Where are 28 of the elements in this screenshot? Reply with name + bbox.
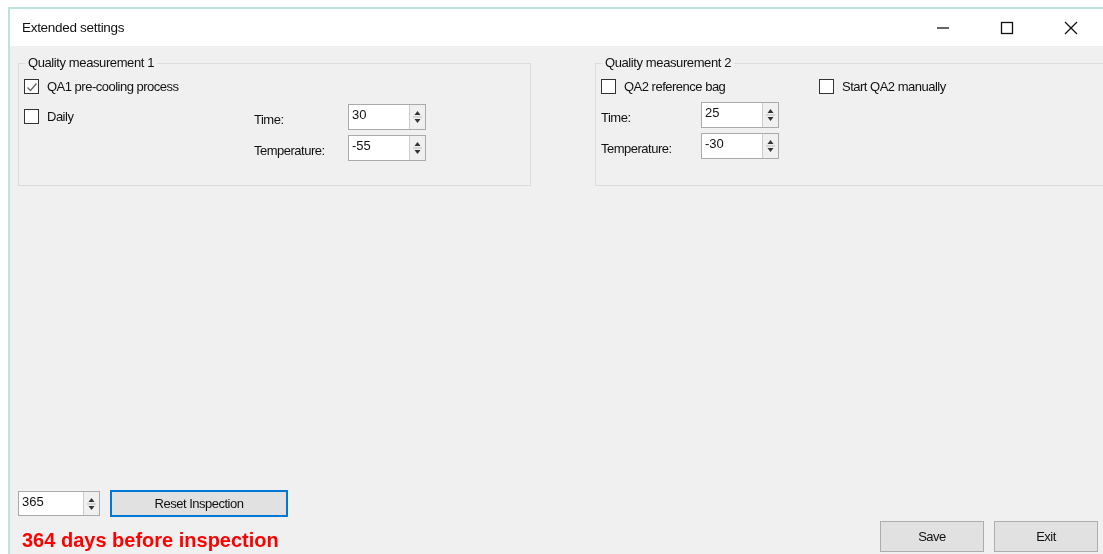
number-spinner[interactable]: -55 — [348, 134, 426, 161]
field-label: Time: — [254, 111, 285, 127]
group-title: Quality measurement 2 — [602, 55, 734, 70]
spinner-arrows-icon[interactable] — [409, 135, 425, 160]
spinner-arrows-icon[interactable] — [762, 133, 778, 158]
number-spinner[interactable]: 365 — [18, 491, 100, 516]
field-label: Temperature: — [601, 140, 673, 156]
checkbox[interactable]: QA1 pre-cooling process — [24, 78, 254, 95]
spinner-arrows-icon[interactable] — [83, 492, 99, 515]
inspection-warning: 364 days before inspection — [22, 529, 280, 552]
checkbox[interactable]: Start QA2 manually — [819, 78, 946, 95]
check-icon — [25, 80, 38, 93]
maximize-icon[interactable] — [1000, 20, 1014, 35]
dialog-button[interactable]: Save — [880, 521, 984, 552]
field-label: Temperature: — [254, 142, 326, 158]
close-icon[interactable] — [1064, 20, 1078, 35]
dialog-button[interactable]: Exit — [994, 521, 1098, 552]
number-spinner[interactable]: -30 — [701, 132, 779, 159]
checkbox[interactable]: QA2 reference bag — [601, 78, 819, 95]
number-spinner[interactable]: 30 — [348, 103, 426, 130]
checkbox[interactable]: Daily — [24, 108, 254, 125]
reset-inspection-button[interactable]: Reset Inspection — [110, 490, 288, 517]
field-label: Time: — [601, 109, 632, 125]
window-title: Extended settings — [22, 20, 125, 35]
spinner-arrows-icon[interactable] — [762, 102, 778, 127]
group-title: Quality measurement 1 — [25, 55, 157, 70]
number-spinner[interactable]: 25 — [701, 101, 779, 128]
spinner-arrows-icon[interactable] — [409, 104, 425, 129]
